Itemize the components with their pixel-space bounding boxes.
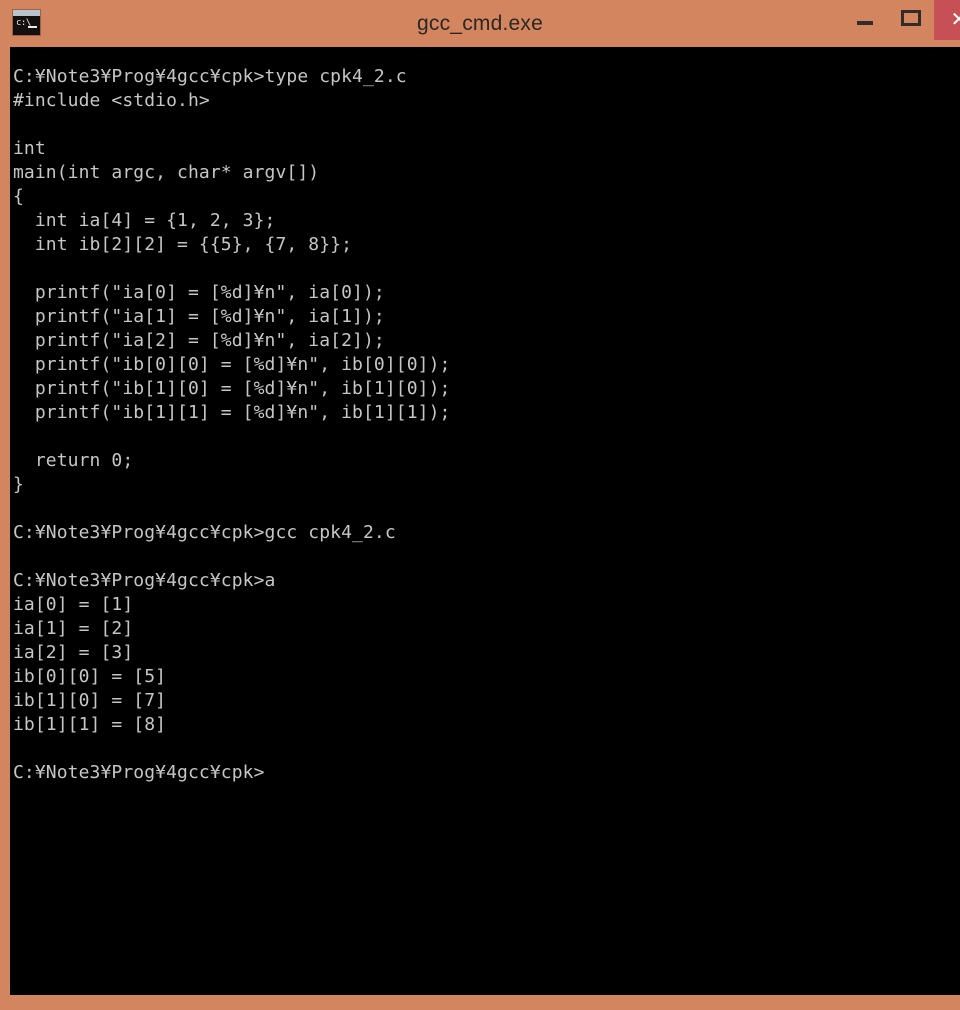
window-title: gcc_cmd.exe [417, 12, 543, 35]
console-output-text: C:¥Note3¥Prog¥4gcc¥cpk>type cpk4_2.c #in… [13, 66, 451, 783]
title-bar[interactable]: c:\ gcc_cmd.exe ✕ [0, 0, 960, 47]
minimize-icon [857, 21, 873, 25]
close-icon: ✕ [950, 9, 960, 31]
console-client-area[interactable]: C:¥Note3¥Prog¥4gcc¥cpk>type cpk4_2.c #in… [10, 47, 960, 995]
maximize-button[interactable] [888, 0, 934, 40]
window-controls: ✕ [842, 0, 960, 40]
minimize-button[interactable] [842, 0, 888, 40]
close-button[interactable]: ✕ [934, 0, 960, 40]
maximize-icon [901, 10, 921, 26]
console-window: c:\ gcc_cmd.exe ✕ C:¥Note3¥Prog¥4gcc¥cpk… [0, 0, 960, 1010]
